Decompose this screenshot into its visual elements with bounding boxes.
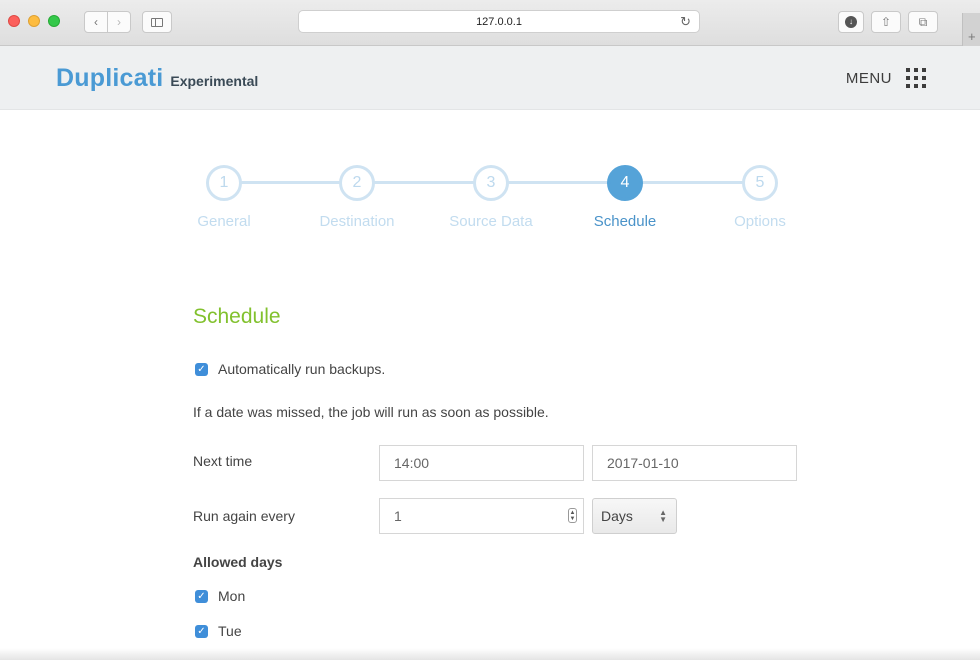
brand-logo[interactable]: Duplicati Experimental [56,64,258,93]
day-label: Mon [218,588,246,604]
number-stepper-icon[interactable]: ▲ ▼ [568,508,577,523]
close-window-button[interactable] [8,15,20,27]
forward-button[interactable]: › [107,11,131,33]
download-icon: ↓ [845,16,857,28]
next-date-input[interactable]: 2017-01-10 [592,445,797,481]
menu-button[interactable]: MENU [846,68,928,88]
next-time-input[interactable]: 14:00 [379,445,584,481]
checkbox-checked-icon[interactable]: ✓ [195,624,208,638]
downloads-button[interactable]: ↓ [838,11,864,33]
step-number: 4 [607,165,643,201]
chevron-left-icon: ‹ [94,15,98,29]
next-time-value: 14:00 [394,455,430,471]
address-bar[interactable]: 127.0.0.1 ↻ [298,10,700,33]
plus-icon: + [968,29,976,44]
next-time-label: Next time [193,453,253,469]
brand-name: Duplicati [56,64,164,92]
wizard-steps: 1 General 2 Destination 3 Source Data 4 … [0,110,980,250]
day-label: Tue [218,623,242,639]
show-tabs-button[interactable]: ⧉ [908,11,938,33]
run-again-unit: Days [601,508,633,524]
auto-run-checkbox[interactable]: ✓ Automatically run backups. [195,361,385,377]
browser-toolbar: ‹ › 127.0.0.1 ↻ ↓ ⇧ ⧉ + [0,0,980,46]
new-tab-button[interactable]: + [962,13,980,46]
sidebar-toggle-button[interactable] [142,11,172,33]
run-again-label: Run again every [193,508,295,524]
app-header: Duplicati Experimental MENU [0,46,980,110]
share-button[interactable]: ⇧ [871,11,901,33]
missed-date-help: If a date was missed, the job will run a… [193,404,549,420]
step-number: 2 [339,165,375,201]
step-number: 5 [742,165,778,201]
step-options[interactable]: 5 Options [675,165,845,230]
checkbox-checked-icon[interactable]: ✓ [195,589,208,603]
grid-menu-icon [906,68,928,88]
checkbox-checked-icon[interactable]: ✓ [195,362,208,376]
reload-icon[interactable]: ↻ [680,14,691,30]
brand-subtitle: Experimental [170,73,259,89]
sidebar-icon [151,17,163,27]
run-again-number-input[interactable]: 1 ▲ ▼ [379,498,584,534]
run-again-value: 1 [394,508,402,524]
auto-run-label: Automatically run backups. [218,361,386,377]
url-text: 127.0.0.1 [476,15,522,28]
zoom-window-button[interactable] [48,15,60,27]
menu-label: MENU [845,69,892,87]
tabs-icon: ⧉ [918,14,928,29]
day-checkbox-mon[interactable]: ✓ Mon [195,588,245,604]
step-number: 1 [206,165,242,201]
chevron-right-icon: › [117,15,121,29]
next-date-value: 2017-01-10 [607,455,679,471]
step-label: Options [734,213,786,230]
run-again-unit-select[interactable]: Days ▲ ▼ [592,498,677,534]
share-icon: ⇧ [880,15,892,29]
section-title: Schedule [193,305,281,328]
select-arrows-icon: ▲ ▼ [659,508,667,524]
back-button[interactable]: ‹ [84,11,108,33]
day-checkbox-tue[interactable]: ✓ Tue [195,623,242,639]
minimize-window-button[interactable] [28,15,40,27]
step-number: 3 [473,165,509,201]
allowed-days-heading: Allowed days [193,554,283,570]
scroll-fade [0,648,980,660]
